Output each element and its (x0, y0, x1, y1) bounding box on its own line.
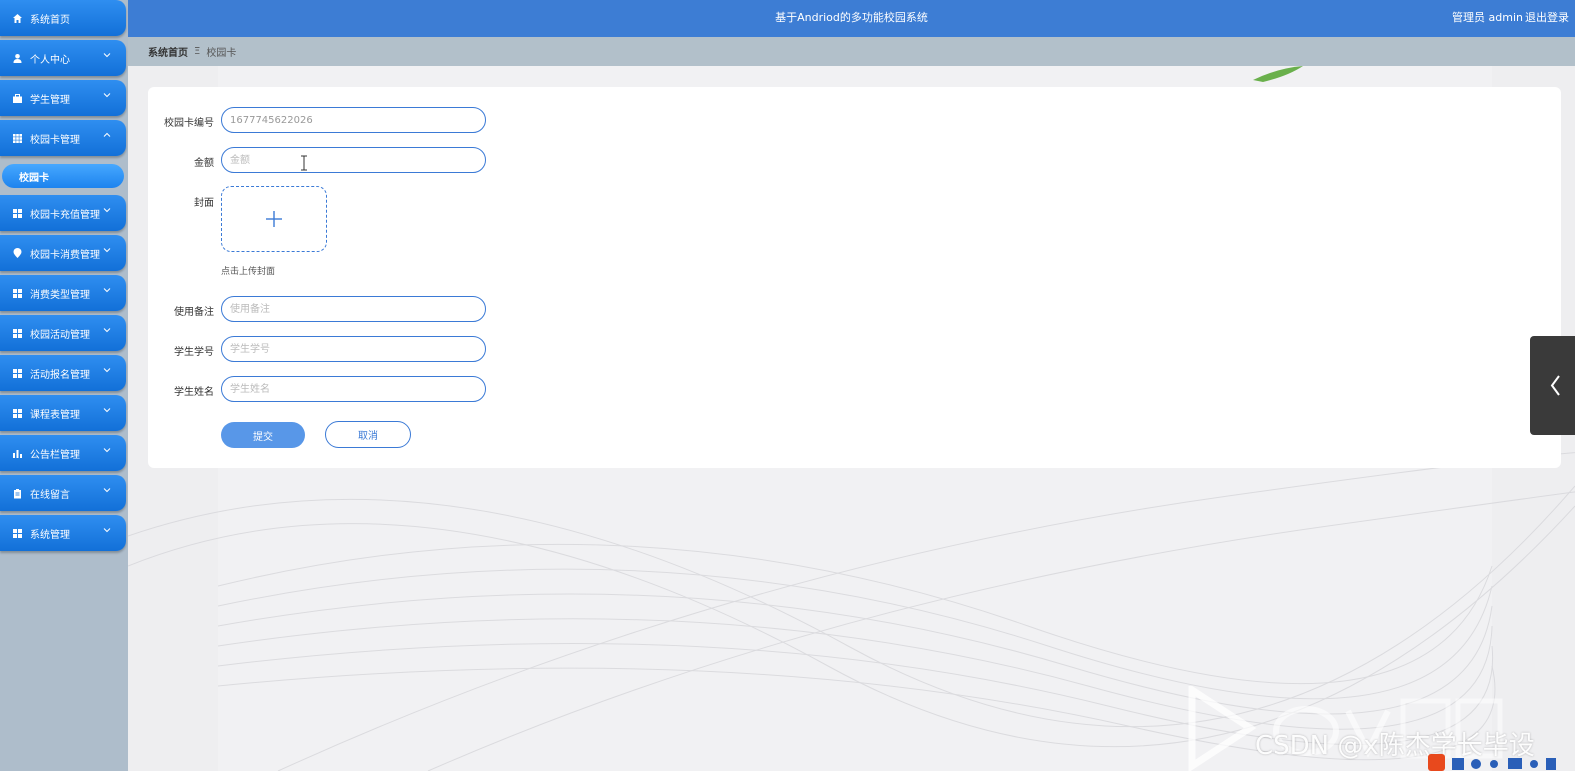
chevron-down-icon (103, 93, 111, 98)
usage-note-input[interactable] (221, 296, 486, 322)
sidebar-item-students[interactable]: 学生管理 (0, 80, 126, 116)
grid-icon (12, 528, 23, 539)
sidebar-item-label: 系统首页 (30, 14, 70, 26)
sidebar-item-label: 学生管理 (30, 94, 70, 106)
ime-chinese-mode-icon (1452, 758, 1464, 770)
sidebar-item-system-management[interactable]: 系统管理 (0, 515, 126, 551)
sidebar-item-recharge-management[interactable]: 校园卡充值管理 (0, 195, 126, 231)
location-icon (12, 247, 23, 259)
logout-link[interactable]: 退出登录 (1525, 0, 1569, 35)
app-title: 基于Andriod的多功能校园系统 (775, 11, 928, 24)
sidebar-subitem-label: 校园卡 (19, 172, 49, 184)
chevron-down-icon (103, 208, 111, 213)
student-name-label: 学生姓名 (174, 387, 214, 398)
submit-button[interactable]: 提交 (221, 422, 305, 448)
chevron-down-icon (103, 488, 111, 493)
top-header: 基于Andriod的多功能校园系统 管理员 admin 退出登录 (128, 0, 1575, 37)
text-cursor-icon (301, 155, 307, 171)
sidebar-item-online-message[interactable]: 在线留言 (0, 475, 126, 511)
grid-icon (12, 408, 23, 419)
chevron-left-icon (1550, 375, 1560, 396)
breadcrumb-current: 校园卡 (206, 48, 237, 59)
ime-user-icon (1530, 760, 1538, 768)
chart-icon (12, 448, 23, 459)
sidebar-item-label: 活动报名管理 (30, 369, 90, 381)
ime-punctuation-icon (1490, 760, 1498, 768)
sidebar-item-label: 校园卡管理 (30, 134, 80, 146)
amount-input[interactable] (221, 147, 486, 173)
card-number-label: 校园卡编号 (164, 118, 214, 129)
sidebar-item-label: 个人中心 (30, 54, 70, 66)
ime-moon-icon (1471, 759, 1481, 769)
collapse-panel-tab[interactable] (1530, 336, 1575, 435)
cancel-button[interactable]: 取消 (325, 421, 411, 448)
sidebar-item-label: 在线留言 (30, 489, 70, 501)
chevron-down-icon (103, 248, 111, 253)
cover-label: 封面 (194, 198, 214, 209)
usage-note-label: 使用备注 (174, 307, 214, 318)
ime-skin-icon (1546, 758, 1556, 770)
student-name-input[interactable] (221, 376, 486, 402)
grid-icon (12, 208, 23, 219)
sidebar: 系统首页 个人中心 学生管理 校园卡管理 校园卡 校园卡充值管理 校园卡消费管理… (0, 0, 128, 771)
plus-icon (266, 211, 282, 227)
form-card (148, 87, 1561, 468)
sidebar-item-label: 校园活动管理 (30, 329, 90, 341)
chevron-down-icon (103, 408, 111, 413)
breadcrumb: 系统首页 Ξ 校园卡 (128, 37, 1575, 66)
chevron-down-icon (103, 448, 111, 453)
user-icon (12, 53, 23, 64)
grid-icon (12, 328, 23, 339)
sidebar-item-registration-management[interactable]: 活动报名管理 (0, 355, 126, 391)
chevron-down-icon (103, 53, 111, 58)
chevron-up-icon (103, 132, 111, 137)
chevron-down-icon (103, 368, 111, 373)
sidebar-item-label: 课程表管理 (30, 409, 80, 421)
chevron-down-icon (103, 328, 111, 333)
chevron-down-icon (103, 288, 111, 293)
clipboard-icon (12, 488, 23, 499)
bag-icon (12, 93, 23, 104)
sidebar-item-label: 消费类型管理 (30, 289, 90, 301)
student-id-label: 学生学号 (174, 347, 214, 358)
sidebar-item-label: 校园卡消费管理 (30, 249, 100, 261)
sidebar-item-label: 公告栏管理 (30, 449, 80, 461)
breadcrumb-separator: Ξ (194, 46, 201, 57)
ime-toolbar (1428, 754, 1556, 771)
amount-label: 金额 (194, 158, 214, 169)
grid-icon (12, 368, 23, 379)
card-number-input[interactable] (221, 107, 486, 133)
sidebar-item-timetable-management[interactable]: 课程表管理 (0, 395, 126, 431)
breadcrumb-home[interactable]: 系统首页 (148, 44, 188, 59)
sidebar-item-profile[interactable]: 个人中心 (0, 40, 126, 76)
sidebar-subitem-campus-card[interactable]: 校园卡 (2, 164, 124, 188)
cover-upload[interactable] (221, 186, 327, 252)
student-id-input[interactable] (221, 336, 486, 362)
sidebar-item-label: 系统管理 (30, 529, 70, 541)
sidebar-item-home[interactable]: 系统首页 (0, 0, 126, 36)
grid-icon (12, 133, 23, 144)
sidebar-item-consumption-type-management[interactable]: 消费类型管理 (0, 275, 126, 311)
sidebar-item-notice-management[interactable]: 公告栏管理 (0, 435, 126, 471)
ime-keyboard-icon (1508, 758, 1522, 769)
chevron-down-icon (103, 528, 111, 533)
sidebar-item-card-management[interactable]: 校园卡管理 (0, 120, 126, 156)
home-icon (12, 13, 23, 24)
cover-upload-hint: 点击上传封面 (221, 267, 276, 277)
ime-logo-icon (1428, 754, 1445, 771)
sidebar-item-label: 校园卡充值管理 (30, 209, 100, 221)
grid-icon (12, 288, 23, 299)
sidebar-item-activity-management[interactable]: 校园活动管理 (0, 315, 126, 351)
sidebar-item-consumption-management[interactable]: 校园卡消费管理 (0, 235, 126, 271)
current-user: 管理员 admin (1452, 11, 1523, 24)
